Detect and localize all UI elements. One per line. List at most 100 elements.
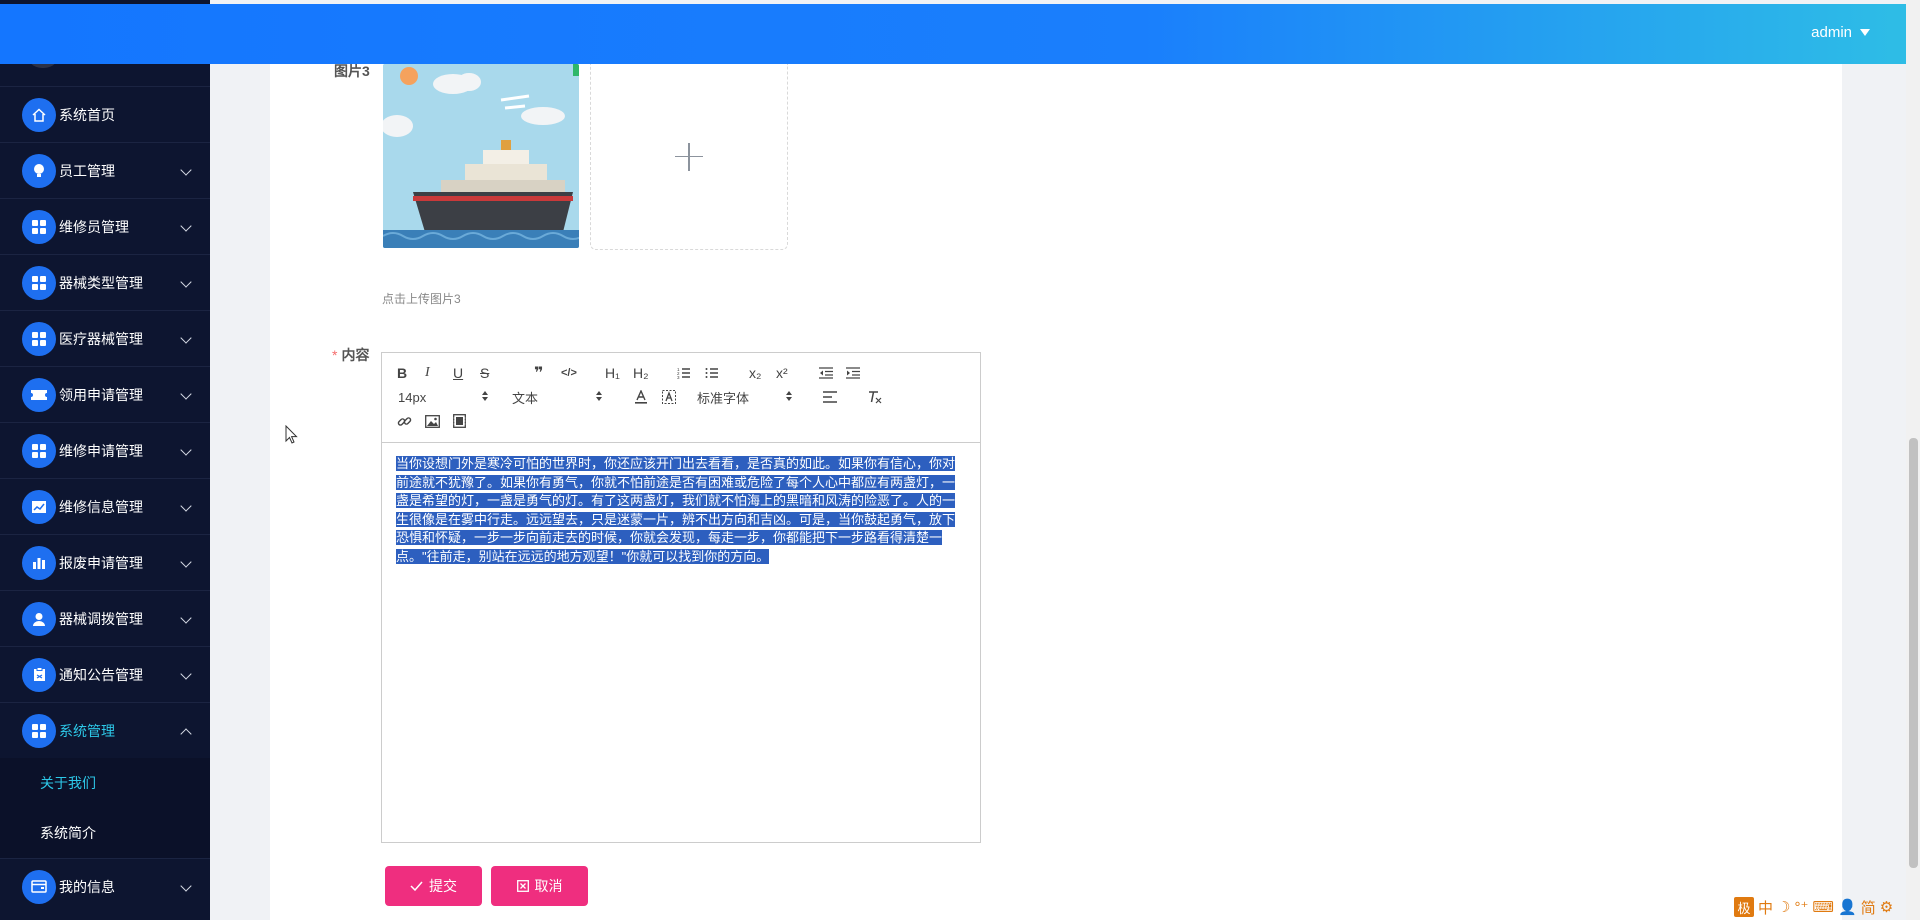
link-icon[interactable] xyxy=(397,410,412,432)
cancel-button[interactable]: 取消 xyxy=(491,866,588,906)
sidebar-item-scrap-request[interactable]: 报废申请管理 xyxy=(0,534,210,590)
wallet-icon xyxy=(22,869,56,904)
subscript-button[interactable]: x₂ xyxy=(749,362,761,384)
select-arrows-icon xyxy=(786,391,792,401)
content-label-text: 内容 xyxy=(341,347,370,363)
required-mark: * xyxy=(332,347,338,363)
submit-label: 提交 xyxy=(429,878,457,894)
font-color-icon[interactable] xyxy=(634,386,648,408)
editor-text-line: 点。"往前走，别站在远远的地方观望！"你就可以找到你的方向。 xyxy=(396,548,770,564)
editor-text-line: 恐惧和怀疑，一步一步向前走去的时候，你就会发现，每走一步，你都能把下一步路看得清… xyxy=(396,530,943,545)
sidebar-item-system[interactable]: 系统管理 xyxy=(0,702,210,758)
clipboard-icon xyxy=(22,657,56,692)
chevron-up-icon xyxy=(180,728,192,740)
sidebar-item-repair-info[interactable]: 维修信息管理 xyxy=(0,478,210,534)
uploaded-image-ship[interactable] xyxy=(383,64,579,248)
sidebar-item-repairman[interactable]: 维修员管理 xyxy=(0,198,210,254)
sidebar-item-label: 器械调拨管理 xyxy=(59,610,143,627)
upload-tip: 点击上传图片3 xyxy=(382,292,461,306)
italic-button[interactable]: I xyxy=(425,362,430,384)
chevron-down-icon xyxy=(180,880,192,892)
image-icon[interactable] xyxy=(425,410,440,432)
indent-icon[interactable] xyxy=(846,362,860,384)
editor-text-line: 当你设想门外是寒冷可怕的世界时，你还应该开门出去看看，是否真的如此。如果你有信心… xyxy=(396,456,956,471)
user-icon[interactable]: 👤 xyxy=(1838,898,1857,916)
sidebar-item-transfer[interactable]: 器械调拨管理 xyxy=(0,590,210,646)
user-icon xyxy=(22,601,56,636)
ime-logo[interactable]: 极 xyxy=(1734,897,1754,917)
mouse-cursor-icon xyxy=(285,425,298,444)
ime-simplified[interactable]: 简 xyxy=(1861,897,1876,918)
font-family-value: 标准字体 xyxy=(697,390,750,406)
punctuation-icon[interactable]: °⁺ xyxy=(1794,898,1808,916)
background-color-icon[interactable] xyxy=(662,386,676,408)
font-size-select[interactable]: 14px xyxy=(398,386,426,408)
toolbar-row-2: 14px 文本 标准字体 xyxy=(394,385,968,409)
video-icon[interactable] xyxy=(453,410,466,432)
clear-format-icon[interactable] xyxy=(868,386,882,408)
editor-text-line: 盏是希望的灯，一盏是勇气的灯。有了这两盏灯，我们就不怕海上的黑暗和风涛的险恶了。… xyxy=(396,493,956,508)
sidebar-subitem-system-intro[interactable]: 系统简介 xyxy=(0,808,210,858)
svg-text:3: 3 xyxy=(677,375,680,380)
system-submenu: 关于我们 系统简介 xyxy=(0,758,210,858)
sidebar-item-medical-device[interactable]: 医疗器械管理 xyxy=(0,310,210,366)
sidebar-item-employee[interactable]: 员工管理 xyxy=(0,142,210,198)
sidebar-item-label: 维修员管理 xyxy=(59,218,129,235)
sidebar-item-my-info[interactable]: 我的信息 xyxy=(0,858,210,914)
user-menu[interactable]: admin xyxy=(1811,24,1870,41)
bold-button[interactable]: B xyxy=(397,362,407,384)
underline-button[interactable]: U xyxy=(453,362,463,384)
blockquote-button[interactable]: ❞ xyxy=(534,362,543,384)
sidebar-item-repair-request[interactable]: 维修申请管理 xyxy=(0,422,210,478)
editor-selected-text: 当你设想门外是寒冷可怕的世界时，你还应该开门出去看看，是否真的如此。如果你有信心… xyxy=(396,455,962,566)
image-upload-box[interactable] xyxy=(590,64,788,250)
submit-button[interactable]: 提交 xyxy=(385,866,482,906)
grid-icon xyxy=(22,713,56,748)
sidebar-item-label: 系统管理 xyxy=(59,722,115,739)
header1-button[interactable]: H₁ xyxy=(605,362,620,384)
moon-icon[interactable]: ☽ xyxy=(1777,898,1790,916)
chevron-down-icon xyxy=(180,388,192,400)
strike-button[interactable]: S xyxy=(480,362,489,384)
keyboard-icon[interactable]: ⌨ xyxy=(1812,898,1834,916)
scrollbar-thumb[interactable] xyxy=(1909,438,1918,868)
toolbar-row-1: B I U S ❞ </> H₁ H₂ 123 x₂ x² xyxy=(394,361,968,385)
header-select[interactable]: 文本 xyxy=(512,386,538,408)
editor-content[interactable]: 当你设想门外是寒冷可怕的世界时，你还应该开门出去看看，是否真的如此。如果你有信心… xyxy=(382,443,980,578)
bullet-list-icon[interactable] xyxy=(705,362,719,384)
chevron-down-icon xyxy=(180,220,192,232)
sidebar-item-label: 领用申请管理 xyxy=(59,386,143,403)
gear-icon[interactable]: ⚙ xyxy=(1880,898,1893,916)
cancel-label: 取消 xyxy=(534,878,563,894)
bulb-icon xyxy=(22,153,56,188)
sidebar-item-device-type[interactable]: 器械类型管理 xyxy=(0,254,210,310)
sidebar-item-label: 报废申请管理 xyxy=(59,554,143,571)
font-family-select[interactable]: 标准字体 xyxy=(697,386,749,408)
sidebar-item-notice[interactable]: 通知公告管理 xyxy=(0,646,210,702)
align-icon[interactable] xyxy=(823,386,837,408)
bar-chart-icon xyxy=(22,545,56,580)
sidebar-item-label: 维修信息管理 xyxy=(59,498,143,515)
header2-button[interactable]: H₂ xyxy=(633,362,649,384)
outdent-icon[interactable] xyxy=(819,362,833,384)
sidebar-item-label: 医疗器械管理 xyxy=(59,330,143,347)
sidebar-item-home[interactable]: 系统首页 xyxy=(0,86,210,142)
chevron-down-icon xyxy=(180,444,192,456)
username: admin xyxy=(1811,24,1852,41)
chevron-down-icon xyxy=(180,500,192,512)
ordered-list-icon[interactable]: 123 xyxy=(677,362,691,384)
check-icon xyxy=(410,881,423,891)
code-block-button[interactable]: </> xyxy=(561,362,577,384)
superscript-button[interactable]: x² xyxy=(776,362,788,384)
chevron-down-icon xyxy=(180,276,192,288)
sidebar-item-requisition[interactable]: 领用申请管理 xyxy=(0,366,210,422)
chevron-down-icon xyxy=(180,164,192,176)
sidebar-subitem-about-us[interactable]: 关于我们 xyxy=(0,758,210,808)
chevron-down-icon xyxy=(180,556,192,568)
sidebar: 系统首页 员工管理 维修员管理 器械类型管理 医疗器械管理 领用申请管理 维修申… xyxy=(0,0,210,920)
editor-text-line: 生很像是在雾中行走。远远望去，只是迷蒙一片，辨不出方向和吉凶。可是，当你鼓起勇气… xyxy=(396,511,956,527)
select-arrows-icon xyxy=(596,391,602,401)
editor-text-line: 前途就不犹豫了。如果你有勇气，你就不怕前途是否有困难或危险了每个人心中都应有两盏… xyxy=(396,474,956,490)
ime-chinese-mode[interactable]: 中 xyxy=(1758,897,1773,918)
grid-icon xyxy=(22,209,56,244)
